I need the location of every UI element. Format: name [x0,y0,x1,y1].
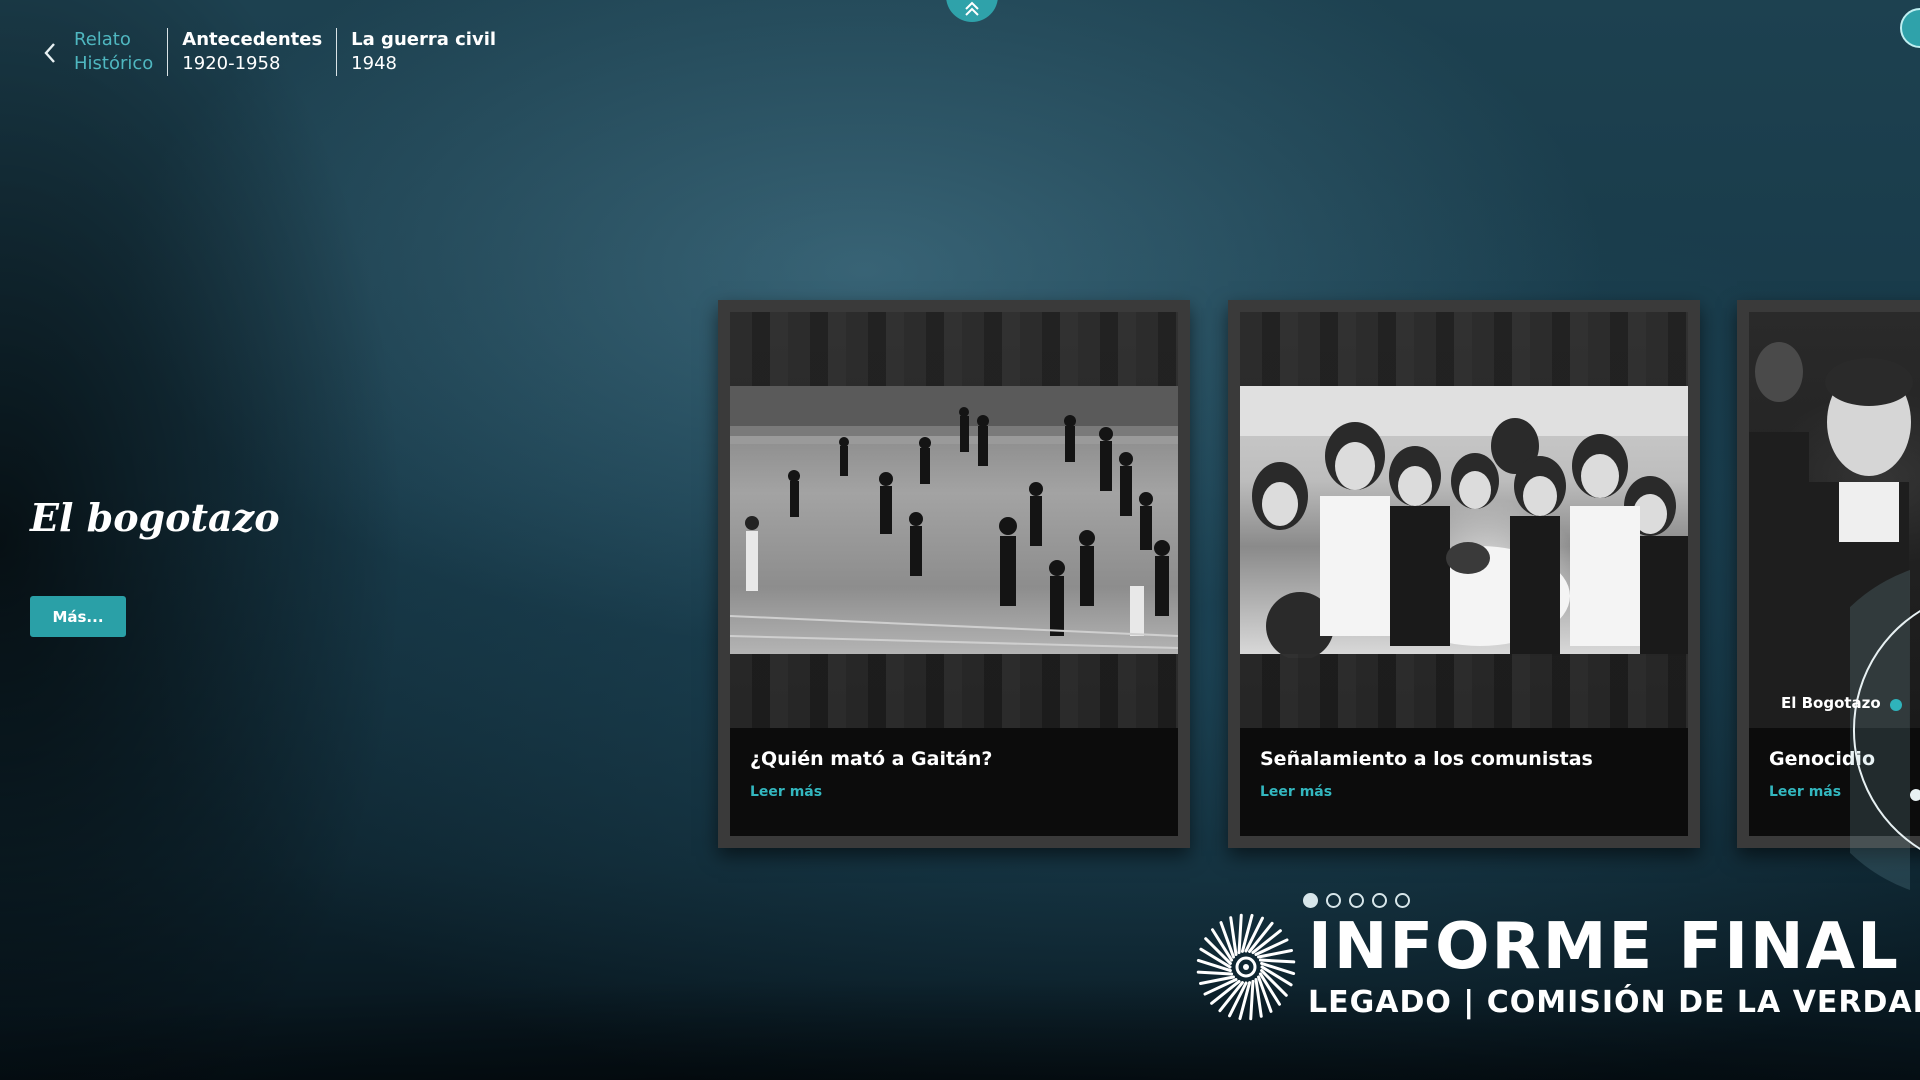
logo-ray [1249,979,1255,1021]
logo-left-text: LEGADO [1308,984,1452,1020]
story-card-gaitan[interactable]: ¿Quién mató a Gaitán? Leer más [718,300,1190,848]
chevron-left-icon[interactable] [40,38,62,68]
timeline-marker[interactable] [1910,789,1920,801]
breadcrumb-item-title: La guerra civil [351,29,497,50]
breadcrumb-item-title: Relato [74,29,131,50]
breadcrumb-item-subtitle: Histórico [74,53,154,74]
collapse-toggle-button[interactable] [946,0,998,22]
sunburst-logo-icon [1196,913,1296,1021]
breadcrumb-item-subtitle: 1920-1958 [182,53,281,74]
card-caption: Señalamiento a los comunistas Leer más [1240,728,1688,836]
logo-ray [1196,970,1234,976]
card-frame: ¿Quién mató a Gaitán? Leer más [730,312,1178,836]
page: Relato Histórico Antecedentes 1920-1958 … [0,0,1920,1080]
more-button[interactable]: Más... [30,596,126,637]
breadcrumb-item-antecedentes[interactable]: Antecedentes 1920-1958 [167,28,336,76]
crowd-faces-image [1240,386,1688,660]
card-title: Señalamiento a los comunistas [1260,748,1593,770]
logo-sub-text: LEGADO | COMISIÓN DE LA VERDAD [1308,985,1920,1020]
breadcrumb: Relato Histórico Antecedentes 1920-1958 … [40,28,510,76]
read-more-link[interactable]: Leer más [1260,784,1668,800]
card-frame: Señalamiento a los comunistas Leer más [1240,312,1688,836]
logo-ray [1237,913,1243,955]
pager-dot-5[interactable] [1395,893,1410,908]
card-photo [1240,312,1688,728]
carousel-pagination [1303,893,1410,908]
section-title: El bogotazo [30,495,280,540]
timeline-arc [1850,570,1920,890]
logo-right-text: COMISIÓN DE LA VERDAD [1486,984,1920,1020]
corner-menu-button[interactable] [1900,8,1920,48]
card-title: ¿Quién mató a Gaitán? [750,748,993,770]
timeline-current-label: El Bogotazo [1781,694,1881,712]
story-card-comunistas[interactable]: Señalamiento a los comunistas Leer más [1228,300,1700,848]
street-figures-image [730,386,1178,649]
crowd-image [1240,386,1688,660]
breadcrumb-item-guerra-civil[interactable]: La guerra civil 1948 [336,28,510,76]
read-more-link[interactable]: Leer más [750,784,1158,800]
card-photo [730,312,1178,728]
breadcrumb-item-relato[interactable]: Relato Histórico [74,28,167,76]
logo-main-text: INFORME FINAL [1308,909,1900,984]
street-crowd-image [730,386,1178,654]
pager-dot-1[interactable] [1303,893,1318,908]
breadcrumb-item-subtitle: 1948 [351,53,397,74]
logo-ray [1258,958,1296,964]
pager-dot-2[interactable] [1326,893,1341,908]
pager-dot-3[interactable] [1349,893,1364,908]
card-caption: ¿Quién mató a Gaitán? Leer más [730,728,1178,836]
timeline-marker[interactable] [1890,699,1902,711]
breadcrumb-item-title: Antecedentes [182,29,323,50]
informe-final-logo[interactable]: INFORME FINAL LEGADO | COMISIÓN DE LA VE… [1196,910,1920,1024]
double-chevron-up-icon [965,1,979,16]
pager-dot-4[interactable] [1372,893,1387,908]
